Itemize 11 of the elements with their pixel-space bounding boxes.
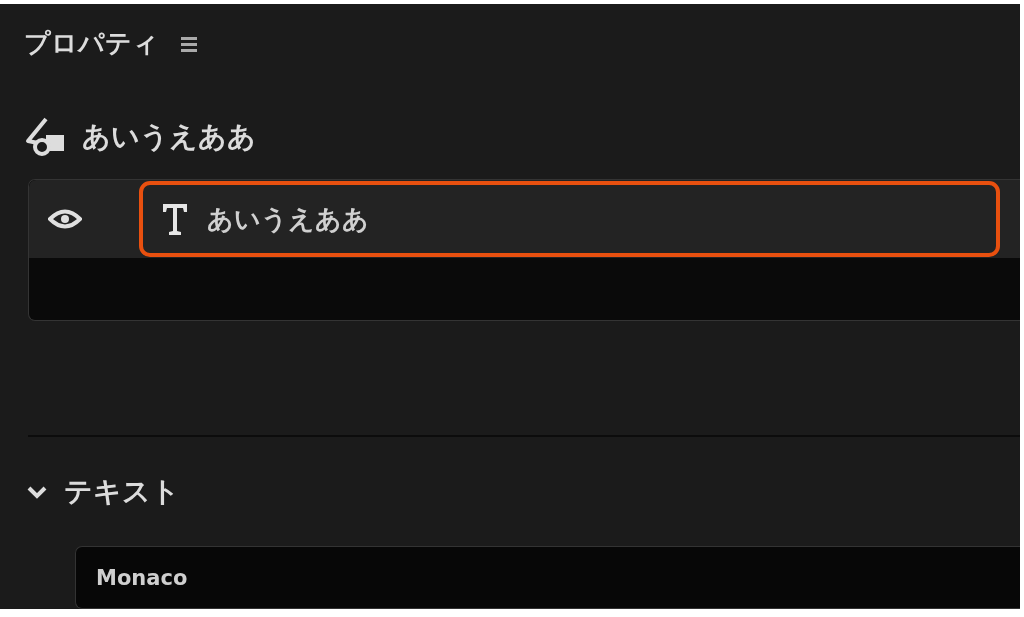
layer-item[interactable]: あいうえああ <box>139 181 1000 258</box>
text-tool-icon <box>161 202 189 237</box>
chevron-down-icon <box>26 484 48 501</box>
font-field[interactable]: Monaco <box>75 546 1020 609</box>
eye-icon <box>48 208 82 231</box>
panel-title: プロパティ <box>24 27 159 61</box>
object-name: あいうえああ <box>82 119 256 156</box>
layer-name: あいうえああ <box>207 202 369 236</box>
layer-row[interactable]: あいうえああ <box>29 180 1020 259</box>
section-header[interactable]: テキスト <box>0 437 180 512</box>
menu-icon[interactable] <box>181 34 197 53</box>
